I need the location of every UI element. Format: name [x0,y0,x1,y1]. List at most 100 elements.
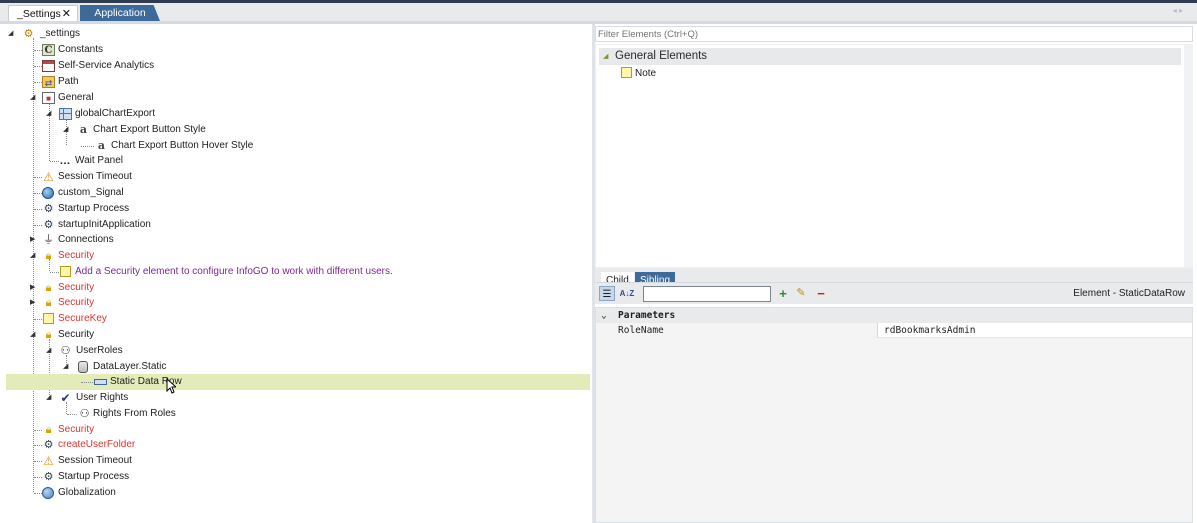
note-icon [43,313,54,324]
tree-node-settings[interactable]: ◢ ⚙ _settings [0,26,592,42]
tree-node-create-user-folder[interactable]: ⚙ createUserFolder [0,437,592,453]
collapse-triangle-icon[interactable]: ◢ [8,26,17,42]
tree-node-global-chart-export[interactable]: ◢ globalChartExport [0,106,592,122]
warning-icon: ⚠ [43,170,54,184]
tab-scroll-arrows-icon[interactable]: ◂ ▸ [1173,6,1183,15]
tree-node-session-timeout[interactable]: ⚠ Session Timeout [0,453,592,469]
gears-icon: ⚙ [43,439,54,451]
tree-node-path[interactable]: ⇄ Path [0,74,592,90]
tree-node-globalization[interactable]: Globalization [0,485,592,501]
collapse-triangle-icon[interactable]: ◢ [46,390,55,406]
note-icon [60,266,71,277]
tree-node-label: globalChartExport [75,108,156,119]
lock-icon: 🔒︎ [45,424,52,436]
palette-group-general-elements[interactable]: ◢ General Elements [599,48,1181,65]
style-icon: a [97,139,106,152]
tree-node-security[interactable]: ◢ 🔒︎ Security [0,327,592,343]
roles-icon: ⚇ [60,345,71,357]
tree-connector [34,477,42,478]
element-tree[interactable]: ◢ ⚙ _settings C Constants Self-Service A… [0,24,592,523]
tree-node-rights-from-roles[interactable]: ⚇ Rights From Roles [0,406,592,422]
collapse-triangle-icon[interactable]: ◢ [46,343,55,359]
expand-triangle-icon[interactable]: ▶ [30,280,39,296]
globe-icon [42,187,54,199]
tree-connector [34,209,42,210]
palette-item-note[interactable]: Note [621,67,656,81]
tree-connector [81,382,93,383]
tree-node-label: General [58,92,94,103]
tree-node-label: Startup Process [58,471,130,482]
element-palette: ◢ General Elements Note [595,44,1193,268]
tree-node-datalayer-static[interactable]: ◢ DataLayer.Static [0,359,592,375]
tree-node-security[interactable]: ◢ 🔒︎ Security [0,248,592,264]
collapse-triangle-icon[interactable]: ◢ [46,106,55,122]
tab-settings[interactable]: _Settings ✕ [8,5,78,21]
sort-alphabetical-icon[interactable]: A↓Z [619,286,635,301]
tree-node-chart-export-button-hover-style[interactable]: a Chart Export Button Hover Style [0,138,592,154]
tree-node-custom-signal[interactable]: custom_Signal [0,185,592,201]
tree-node-label: Rights From Roles [93,408,176,419]
tree-node-label: startupInitApplication [58,219,151,230]
tree-node-user-rights[interactable]: ◢ ✔ User Rights [0,390,592,406]
tree-node-secure-key[interactable]: SecureKey [0,311,592,327]
collapse-triangle-icon[interactable]: ◢ [30,327,39,343]
tree-node-startup-process[interactable]: ⚙ Startup Process [0,469,592,485]
tree-node-self-service-analytics[interactable]: Self-Service Analytics [0,58,592,74]
property-search-input[interactable] [643,286,771,302]
collapse-triangle-icon[interactable]: ◢ [30,248,39,264]
palette-scrollbar[interactable] [1184,45,1192,267]
tree-node-general[interactable]: ◢ ■ General [0,90,592,106]
add-icon[interactable]: + [775,286,791,301]
collapse-triangle-icon[interactable]: ◢ [63,359,72,375]
chevron-down-icon[interactable]: ⌄ [601,308,607,323]
plug-icon: ⏚ [43,234,54,246]
tree-node-constants[interactable]: C Constants [0,42,592,58]
checkmark-icon: ✔ [60,391,71,405]
tree-node-startup-init-application[interactable]: ⚙ startupInitApplication [0,217,592,233]
tree-node-security-note[interactable]: Add a Security element to configure Info… [0,264,592,280]
collapse-triangle-icon[interactable]: ◢ [63,122,72,138]
tree-node-connections[interactable]: ▶ ⏚ Connections [0,232,592,248]
lock-icon: 🔒︎ [45,250,52,262]
property-category-parameters[interactable]: ⌄ Parameters [596,308,1192,323]
tree-node-session-timeout[interactable]: ⚠ Session Timeout [0,169,592,185]
filter-elements-input[interactable] [595,26,1193,42]
gears-icon: ⚙ [43,219,54,231]
property-value[interactable]: rdBookmarksAdmin [884,323,976,338]
collapse-triangle-icon[interactable]: ◢ [30,90,39,106]
tree-node-security[interactable]: ▶ 🔒︎ Security [0,295,592,311]
analytics-window-icon [42,60,55,72]
title-divider [0,0,1197,3]
tree-connector [34,493,42,494]
tree-node-chart-export-button-style[interactable]: ◢ a Chart Export Button Style [0,122,592,138]
property-row[interactable]: RoleName rdBookmarksAdmin [596,323,1192,338]
note-icon [621,67,632,78]
tree-node-static-data-row[interactable]: Static Data Row [6,374,590,390]
tree-connector [34,225,42,226]
tree-node-startup-process[interactable]: ⚙ Startup Process [0,201,592,217]
tree-node-label: Constants [58,44,104,55]
lock-icon: 🔒︎ [45,297,52,309]
tree-node-user-roles[interactable]: ◢ ⚇ UserRoles [0,343,592,359]
close-icon[interactable]: ✕ [62,6,71,22]
tree-node-label: createUserFolder [58,439,136,450]
tree-node-wait-panel[interactable]: … Wait Panel [0,153,592,169]
edit-pencil-icon[interactable]: ✎ [793,286,809,301]
tree-connector [34,319,42,320]
tree-node-label: Wait Panel [75,155,123,166]
palette-item-label: Note [635,68,657,79]
tab-settings-label: _Settings [17,8,61,20]
tab-application[interactable]: Application [80,5,160,21]
expand-triangle-icon[interactable]: ▶ [30,295,39,311]
collapse-triangle-icon[interactable]: ◢ [603,48,608,65]
tree-node-label: Globalization [58,487,116,498]
tree-node-security[interactable]: ▶ 🔒︎ Security [0,280,592,296]
expand-triangle-icon[interactable]: ▶ [30,232,39,248]
style-icon: a [79,123,88,136]
categorized-view-icon[interactable]: ☰ [599,286,615,301]
remove-icon[interactable]: − [813,286,829,301]
tree-connector [34,66,42,67]
tree-node-security[interactable]: 🔒︎ Security [0,422,592,438]
tree-connector [34,430,42,431]
tree-node-label: Security [58,297,95,308]
